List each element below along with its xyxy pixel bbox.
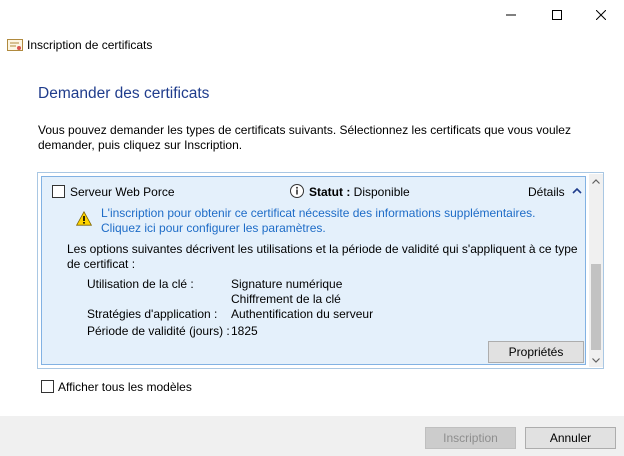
certificate-checkbox[interactable] — [52, 185, 65, 198]
footer-bar: Inscription Annuler — [0, 416, 624, 456]
show-all-templates-label[interactable]: Afficher tous les modèles — [58, 380, 192, 394]
warning-line-2: Cliquez ici pour configurer les paramètr… — [101, 221, 326, 235]
close-icon — [596, 10, 606, 20]
certificate-icon — [7, 39, 23, 51]
key-usage-value-1: Signature numérique — [231, 277, 343, 291]
scroll-down-button[interactable] — [589, 353, 603, 367]
vertical-scrollbar[interactable] — [589, 174, 603, 367]
certificate-name: Serveur Web Porce — [70, 185, 175, 199]
intro-text: Vous pouvez demander les types de certif… — [38, 123, 571, 152]
scroll-up-button[interactable] — [589, 174, 603, 188]
chevron-up-icon[interactable] — [572, 186, 582, 196]
close-button[interactable] — [578, 0, 624, 30]
info-icon — [290, 184, 304, 198]
chevron-down-icon — [592, 357, 600, 363]
validity-period-label: Période de validité (jours) : — [87, 324, 230, 338]
application-policies-value: Authentification du serveur — [231, 307, 374, 321]
minimize-button[interactable] — [488, 0, 534, 30]
key-usage-label: Utilisation de la clé : — [87, 277, 194, 291]
page-heading: Demander des certificats — [38, 85, 210, 102]
certificate-status: Statut : Disponible — [309, 185, 410, 199]
details-toggle[interactable]: Détails — [528, 185, 565, 199]
wizard-header: Inscription de certificats — [0, 30, 624, 60]
configure-settings-link[interactable]: L'inscription pour obtenir ce certificat… — [101, 206, 536, 236]
key-usage-value-2: Chiffrement de la clé — [231, 292, 341, 306]
certificate-description: Les options suivantes décrivent les util… — [67, 242, 578, 271]
enroll-button[interactable]: Inscription — [425, 427, 516, 449]
status-value: Disponible — [353, 185, 410, 199]
certificate-list: Serveur Web Porce Statut : Disponible Dé… — [37, 172, 604, 369]
warning-line-1: L'inscription pour obtenir ce certificat… — [101, 206, 536, 220]
title-bar — [0, 0, 624, 30]
status-label: Statut : — [309, 185, 351, 199]
maximize-icon — [552, 10, 562, 20]
show-all-templates-checkbox[interactable] — [41, 380, 54, 393]
validity-period-value: 1825 — [231, 324, 258, 338]
warning-icon — [76, 211, 92, 226]
application-policies-label: Stratégies d'application : — [87, 307, 218, 321]
minimize-icon — [506, 14, 516, 16]
scrollbar-thumb[interactable] — [591, 264, 601, 350]
window-title: Inscription de certificats — [27, 38, 153, 52]
cancel-button[interactable]: Annuler — [525, 427, 616, 449]
maximize-button[interactable] — [534, 0, 580, 30]
properties-button[interactable]: Propriétés — [488, 341, 584, 363]
certificate-item[interactable]: Serveur Web Porce Statut : Disponible Dé… — [41, 176, 586, 365]
chevron-up-icon — [592, 178, 600, 184]
